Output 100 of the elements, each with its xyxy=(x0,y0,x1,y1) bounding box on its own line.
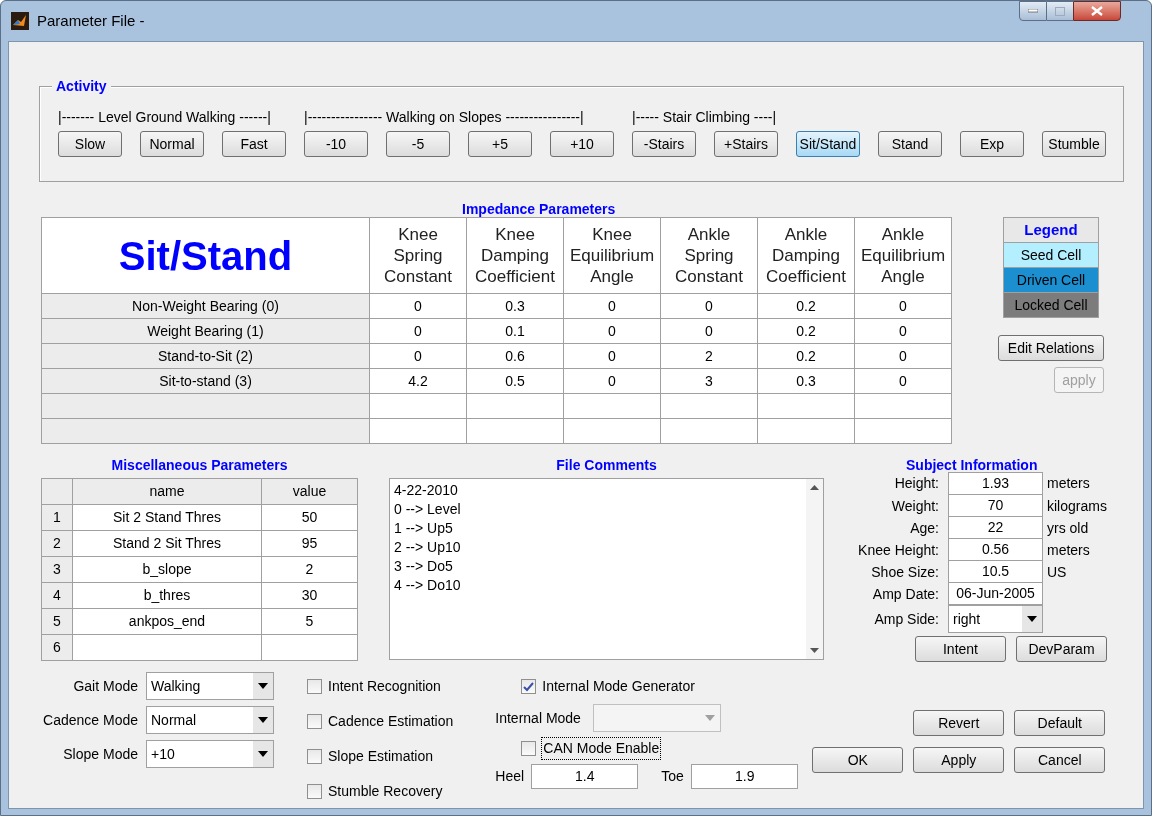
row-number: 6 xyxy=(41,634,73,661)
button[interactable]: Sit/Stand xyxy=(796,131,860,157)
button[interactable]: Intent xyxy=(915,636,1006,662)
table-cell: ankpos_end xyxy=(72,608,262,635)
table-cell: 0.5 xyxy=(466,368,564,394)
scroll-down-icon[interactable] xyxy=(810,648,819,653)
field-label: Amp Date: xyxy=(871,584,939,604)
dropdown[interactable]: Normal xyxy=(146,706,274,734)
checkbox-label: Intent Recognition xyxy=(328,677,441,696)
scroll-up-icon[interactable] xyxy=(810,485,819,490)
checkbox[interactable] xyxy=(521,741,537,756)
table-cell: 3 xyxy=(660,368,758,394)
row-number: 3 xyxy=(41,556,73,583)
field-label: Cadence Mode xyxy=(42,710,138,730)
table-cell: 0 xyxy=(660,318,758,344)
table-cell: 0 xyxy=(854,318,952,344)
button[interactable]: Edit Relations xyxy=(998,335,1104,361)
button[interactable]: +10 xyxy=(550,131,614,157)
legend-swatch: Locked Cell xyxy=(1004,292,1098,317)
checkbox-label: Stumble Recovery xyxy=(328,782,443,801)
comment-line: 1 --> Up5 xyxy=(394,519,454,538)
column-header: Ankle Equilibrium Angle xyxy=(854,217,952,294)
button[interactable]: Exp xyxy=(960,131,1024,157)
dropdown[interactable]: right xyxy=(948,605,1043,633)
section-title: Impedance Parameters xyxy=(462,200,616,217)
button[interactable]: OK xyxy=(812,747,904,773)
button[interactable]: Stand xyxy=(878,131,942,157)
scrollbar[interactable] xyxy=(806,479,823,659)
minimize-icon xyxy=(1028,9,1038,13)
table-cell: 0.2 xyxy=(757,293,855,319)
legend-swatch: Driven Cell xyxy=(1004,267,1098,292)
row-header: Weight Bearing (1) xyxy=(41,318,370,344)
caret-icon xyxy=(258,683,268,689)
input-field[interactable]: 10.5 xyxy=(948,560,1043,583)
button[interactable]: Normal xyxy=(140,131,204,157)
table-cell: 2 xyxy=(261,556,358,583)
table-cell: 0 xyxy=(563,318,661,344)
field-label: Heel xyxy=(495,767,526,786)
comment-line: 4-22-2010 xyxy=(394,481,459,500)
button[interactable]: +Stairs xyxy=(714,131,778,157)
button[interactable]: -10 xyxy=(304,131,368,157)
table-cell: b_thres xyxy=(72,582,262,609)
table-cell: 0.6 xyxy=(466,343,564,369)
group-label: |----- Stair Climbing ----| xyxy=(632,109,777,125)
button[interactable]: Cancel xyxy=(1014,747,1106,773)
button[interactable]: Fast xyxy=(222,131,286,157)
button[interactable]: Slow xyxy=(58,131,122,157)
table-cell: Sit 2 Stand Thres xyxy=(72,504,262,531)
button[interactable]: DevParam xyxy=(1016,636,1107,662)
checkbox[interactable] xyxy=(307,714,322,729)
table-cell: 0 xyxy=(369,293,467,319)
table-cell: 0.2 xyxy=(757,318,855,344)
button[interactable]: -5 xyxy=(386,131,450,157)
caret-icon xyxy=(705,715,716,721)
input-field[interactable]: 1.93 xyxy=(948,472,1043,495)
checkbox[interactable] xyxy=(521,679,537,694)
row-number: 4 xyxy=(41,582,73,609)
caret-icon xyxy=(258,717,268,723)
input-field[interactable]: 22 xyxy=(948,516,1043,539)
table-cell: 0 xyxy=(563,293,661,319)
input-field[interactable]: 0.56 xyxy=(948,538,1043,561)
table-cell: Stand 2 Sit Thres xyxy=(72,530,262,557)
checkbox[interactable] xyxy=(307,784,322,799)
group-label: |------- Level Ground Walking ------| xyxy=(58,109,271,125)
button[interactable]: -Stairs xyxy=(632,131,696,157)
legend-swatch: Seed Cell xyxy=(1004,242,1098,267)
table-cell: 0 xyxy=(854,343,952,369)
checkbox-label: CAN Mode Enable xyxy=(542,738,661,759)
dropdown[interactable]: +10 xyxy=(146,740,274,768)
table-cell: 0 xyxy=(563,343,661,369)
table-cell: 0.3 xyxy=(757,368,855,394)
unit-label: US xyxy=(1047,562,1067,582)
dropdown[interactable]: Walking xyxy=(146,672,274,700)
input-field[interactable]: 06-Jun-2005 xyxy=(948,582,1043,605)
group-label: |---------------- Walking on Slopes ----------------| xyxy=(304,109,584,125)
maximize-button[interactable] xyxy=(1047,1,1073,21)
table-cell: 2 xyxy=(660,343,758,369)
button[interactable]: Default xyxy=(1014,710,1106,736)
button[interactable]: Apply xyxy=(913,747,1005,773)
input-field[interactable]: 70 xyxy=(948,494,1043,517)
row-header: Non-Weight Bearing (0) xyxy=(41,293,370,319)
comments-list[interactable]: 4-22-2010 0 --> Level 1 --> Up5 2 --> Up10 3 --> Do5 4 --> Do10 xyxy=(389,478,824,660)
close-button[interactable] xyxy=(1073,1,1121,21)
table-cell: 0.3 xyxy=(466,293,564,319)
column-header: Knee Spring Constant xyxy=(369,217,467,294)
button[interactable]: +5 xyxy=(468,131,532,157)
minimize-button[interactable] xyxy=(1019,1,1047,21)
checkbox[interactable] xyxy=(307,679,322,694)
unit-label: meters xyxy=(1047,540,1090,560)
input-field[interactable]: 1.4 xyxy=(531,764,639,789)
table-cell: 4.2 xyxy=(369,368,467,394)
row-number: 5 xyxy=(41,608,73,635)
button[interactable]: Stumble xyxy=(1042,131,1106,157)
table-cell: 0 xyxy=(369,318,467,344)
field-label: Amp Side: xyxy=(873,609,939,629)
checkbox[interactable] xyxy=(307,749,322,764)
table-cell: b_slope xyxy=(72,556,262,583)
input-field[interactable]: 1.9 xyxy=(691,764,799,789)
button[interactable]: Revert xyxy=(913,710,1005,736)
field-label: Height: xyxy=(893,474,939,493)
